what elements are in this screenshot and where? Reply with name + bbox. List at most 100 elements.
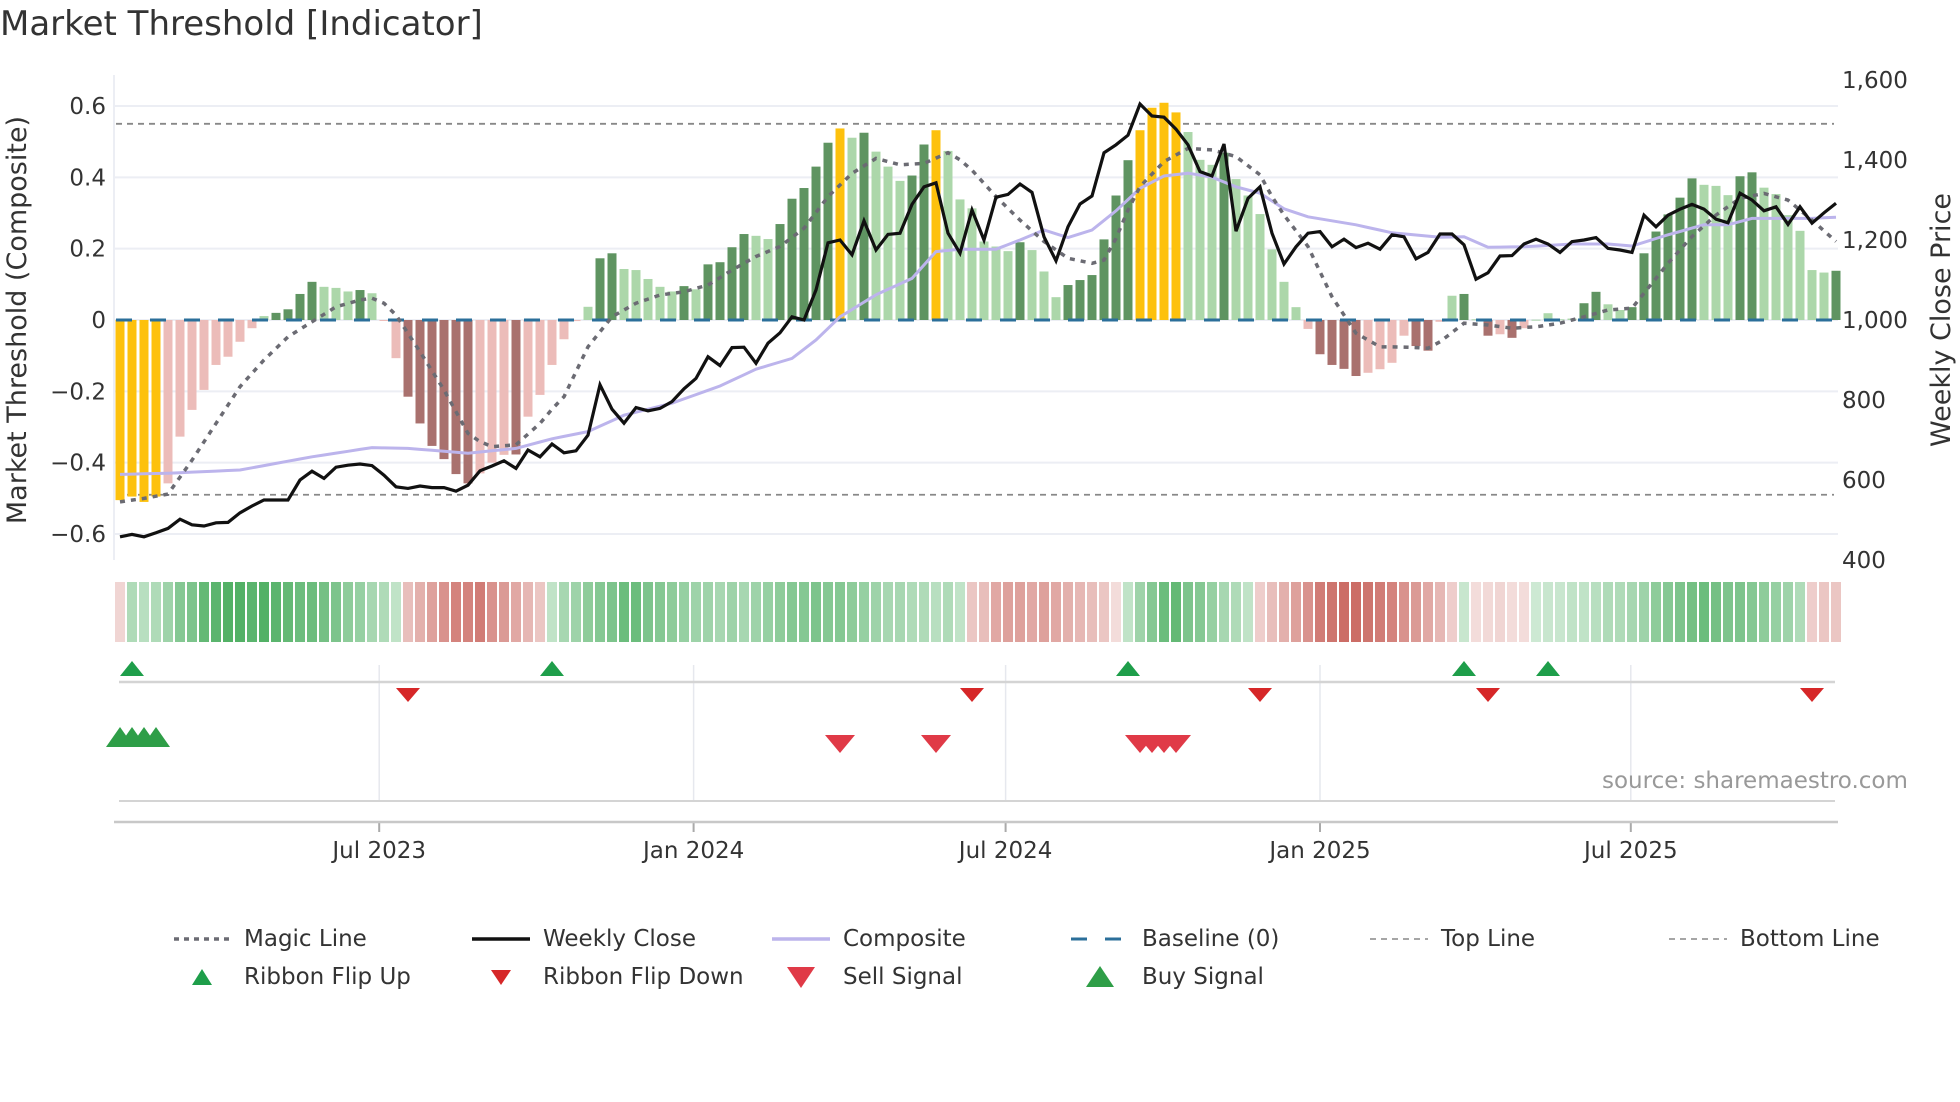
composite-bar bbox=[1399, 320, 1409, 336]
legend-label: Weekly Close bbox=[543, 926, 696, 952]
y-tick-label: 0.4 bbox=[69, 165, 106, 191]
composite-bar bbox=[547, 320, 557, 365]
ribbon-cell bbox=[1339, 582, 1349, 642]
ribbon-cell bbox=[967, 582, 977, 642]
ribbon-cell bbox=[1471, 582, 1481, 642]
ribbon-cell bbox=[619, 582, 629, 642]
ribbon-cell bbox=[835, 582, 845, 642]
ribbon-cell bbox=[355, 582, 365, 642]
ribbon-cell bbox=[583, 582, 593, 642]
composite-bar bbox=[1051, 297, 1061, 320]
composite-bar bbox=[691, 289, 701, 320]
composite-bar bbox=[727, 247, 737, 320]
composite-bar bbox=[295, 293, 305, 320]
composite-bar bbox=[799, 188, 809, 320]
ribbon-cell bbox=[175, 582, 185, 642]
legend-sell-signal: Sell Signal bbox=[771, 964, 963, 990]
composite-bar bbox=[775, 224, 785, 320]
ribbon-cell bbox=[1555, 582, 1565, 642]
ribbon-cell bbox=[1591, 582, 1601, 642]
triangle-down-icon bbox=[471, 967, 531, 987]
sell-signal-marker bbox=[825, 735, 855, 753]
composite-bar bbox=[367, 293, 377, 320]
composite-bar bbox=[223, 320, 233, 357]
ribbon-cell bbox=[859, 582, 869, 642]
composite-bar bbox=[583, 306, 593, 320]
y2-tick-label: 1,400 bbox=[1842, 148, 1908, 174]
composite-bar bbox=[283, 309, 293, 320]
composite-bar bbox=[715, 262, 725, 320]
composite-bar bbox=[439, 320, 449, 460]
composite-line bbox=[119, 171, 1837, 476]
ribbon-cell bbox=[1747, 582, 1757, 642]
ribbon-cell bbox=[1543, 582, 1553, 642]
y2-tick-label: 1,600 bbox=[1842, 68, 1908, 94]
ribbon-cell bbox=[127, 582, 137, 642]
ribbon-cell bbox=[139, 582, 149, 642]
ribbon-cell bbox=[319, 582, 329, 642]
composite-bar bbox=[1003, 251, 1013, 320]
composite-bar bbox=[1531, 319, 1541, 321]
ribbon-cell bbox=[631, 582, 641, 642]
ribbon-cell bbox=[1147, 582, 1157, 642]
ribbon-cell bbox=[1219, 582, 1229, 642]
composite-bar bbox=[667, 291, 677, 320]
ribbon-cell bbox=[415, 582, 425, 642]
ribbon-cell bbox=[679, 582, 689, 642]
ribbon-cell bbox=[1183, 582, 1193, 642]
composite-bar bbox=[487, 320, 497, 463]
composite-bar bbox=[1819, 272, 1829, 320]
y-tick-label: 0.6 bbox=[69, 94, 106, 120]
ribbon-cell bbox=[1363, 582, 1373, 642]
legend-label: Baseline (0) bbox=[1142, 926, 1280, 952]
ribbon-cell bbox=[115, 582, 125, 642]
ribbon-cell bbox=[1795, 582, 1805, 642]
y-tick-label: 0.2 bbox=[69, 237, 106, 263]
ribbon-cell bbox=[1171, 582, 1181, 642]
ribbon-cell bbox=[1399, 582, 1409, 642]
ribbon-cell bbox=[1771, 582, 1781, 642]
composite-bar bbox=[1267, 249, 1277, 320]
legend-baseline: Baseline (0) bbox=[1070, 926, 1279, 952]
x-tick-label: Jul 2025 bbox=[1582, 838, 1678, 864]
composite-bar bbox=[271, 312, 281, 320]
legend-ribbon-flip-up: Ribbon Flip Up bbox=[172, 964, 411, 990]
ribbon-cell bbox=[1615, 582, 1625, 642]
composite-bar bbox=[559, 320, 569, 340]
composite-bar bbox=[1063, 285, 1073, 320]
ribbon-cell bbox=[475, 582, 485, 642]
ribbon-flip-down-marker bbox=[396, 688, 420, 702]
composite-bar bbox=[1783, 215, 1793, 320]
ribbon-flip-up-marker bbox=[1452, 661, 1476, 676]
composite-bar bbox=[1387, 320, 1397, 363]
ribbon-flip-up-marker bbox=[120, 661, 144, 676]
legend-label: Bottom Line bbox=[1740, 926, 1880, 952]
composite-bar bbox=[1687, 178, 1697, 320]
ribbon-cell bbox=[919, 582, 929, 642]
composite-bar bbox=[787, 198, 797, 320]
ribbon-cell bbox=[823, 582, 833, 642]
ribbon-cell bbox=[739, 582, 749, 642]
composite-bar bbox=[463, 320, 473, 484]
ribbon-cell bbox=[187, 582, 197, 642]
ribbon-cell bbox=[307, 582, 317, 642]
composite-bar bbox=[391, 320, 401, 359]
y-tick-label: 0 bbox=[91, 308, 106, 334]
composite-bar bbox=[151, 320, 161, 497]
ribbon-cell bbox=[1711, 582, 1721, 642]
ribbon-cell bbox=[895, 582, 905, 642]
ribbon-cell bbox=[1051, 582, 1061, 642]
legend-label: Sell Signal bbox=[843, 964, 963, 990]
composite-bar bbox=[1663, 214, 1673, 320]
legend-composite: Composite bbox=[771, 926, 966, 952]
dashed-line-icon bbox=[1070, 929, 1130, 949]
ribbon-cell bbox=[1807, 582, 1817, 642]
legend-label: Buy Signal bbox=[1142, 964, 1264, 990]
y2-tick-label: 1,000 bbox=[1842, 308, 1908, 334]
legend-label: Ribbon Flip Up bbox=[244, 964, 411, 990]
composite-bar bbox=[823, 142, 833, 320]
ribbon-cell bbox=[163, 582, 173, 642]
ribbon-cell bbox=[451, 582, 461, 642]
ribbon-cell bbox=[463, 582, 473, 642]
y2-tick-label: 600 bbox=[1842, 468, 1886, 494]
